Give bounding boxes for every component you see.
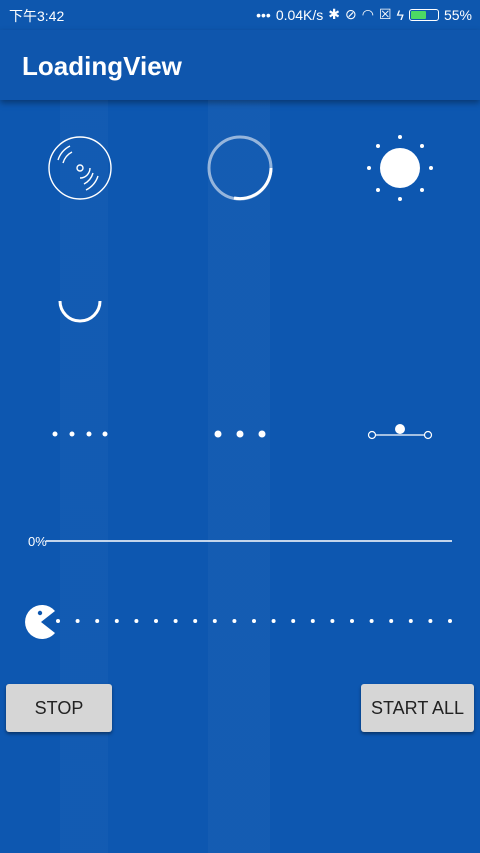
- sun-loader-icon: [367, 135, 433, 201]
- node-line-loader-icon: [367, 424, 433, 440]
- pacman-dot: [291, 619, 296, 623]
- pacman-dot: [408, 619, 413, 623]
- pacman-dot: [448, 619, 452, 623]
- loader-icons: [25, 135, 452, 640]
- pacman-dot: [154, 619, 158, 623]
- bluetooth-icon: ✱: [328, 6, 341, 22]
- pacman-dot: [310, 619, 315, 623]
- page-title: LoadingView: [22, 51, 182, 81]
- smile-loader-icon: [58, 300, 102, 323]
- pacman-dot: [75, 619, 80, 623]
- wifi-icon: ◠: [361, 6, 374, 22]
- battery-percent: 55%: [443, 6, 472, 23]
- three-dots-loader-icon: [214, 430, 266, 438]
- pacman-dots: [56, 619, 452, 623]
- pacman-dot: [56, 619, 60, 623]
- circular-progress-icon: [207, 135, 273, 201]
- app-bar: LoadingView: [0, 30, 480, 100]
- pacman-dot: [193, 619, 198, 623]
- pacman-loader-icon: [25, 605, 55, 640]
- loading-views-area: 0%: [0, 100, 480, 853]
- pacman-dot: [369, 619, 374, 623]
- disc-loader-icon: [48, 136, 112, 200]
- more-dots-icon: •••: [256, 6, 271, 23]
- status-bar: 下午3:42 ••• 0.04K/s ✱ ⊘ ◠ ☒ ϟ 55%: [0, 0, 480, 30]
- pacman-dot: [114, 619, 119, 623]
- sim-off-icon: ☒: [378, 6, 392, 22]
- network-speed: 0.04K/s: [275, 6, 324, 23]
- progress-label: 0%: [28, 534, 47, 549]
- start-all-button[interactable]: START ALL: [361, 684, 474, 732]
- stop-button[interactable]: STOP: [6, 684, 112, 732]
- pacman-dot: [389, 619, 394, 623]
- pacman-dot: [232, 619, 237, 623]
- status-icons: ••• 0.04K/s ✱ ⊘ ◠ ☒ ϟ 55%: [256, 6, 472, 23]
- pacman-dot: [173, 619, 178, 623]
- pacman-dot: [350, 619, 354, 623]
- pacman-dot: [134, 619, 139, 623]
- pacman-dot: [95, 619, 100, 623]
- status-time: 下午3:42: [9, 8, 65, 24]
- pacman-dot: [271, 619, 276, 623]
- battery-icon: [408, 8, 439, 21]
- pacman-dot: [330, 619, 335, 623]
- alarm-off-icon: ⊘: [345, 6, 357, 22]
- pacman-dot: [252, 619, 256, 623]
- pacman-dot: [428, 619, 433, 623]
- pacman-dot: [212, 619, 217, 623]
- charging-icon: ϟ: [396, 6, 404, 23]
- dots-loader-icon: [52, 431, 108, 437]
